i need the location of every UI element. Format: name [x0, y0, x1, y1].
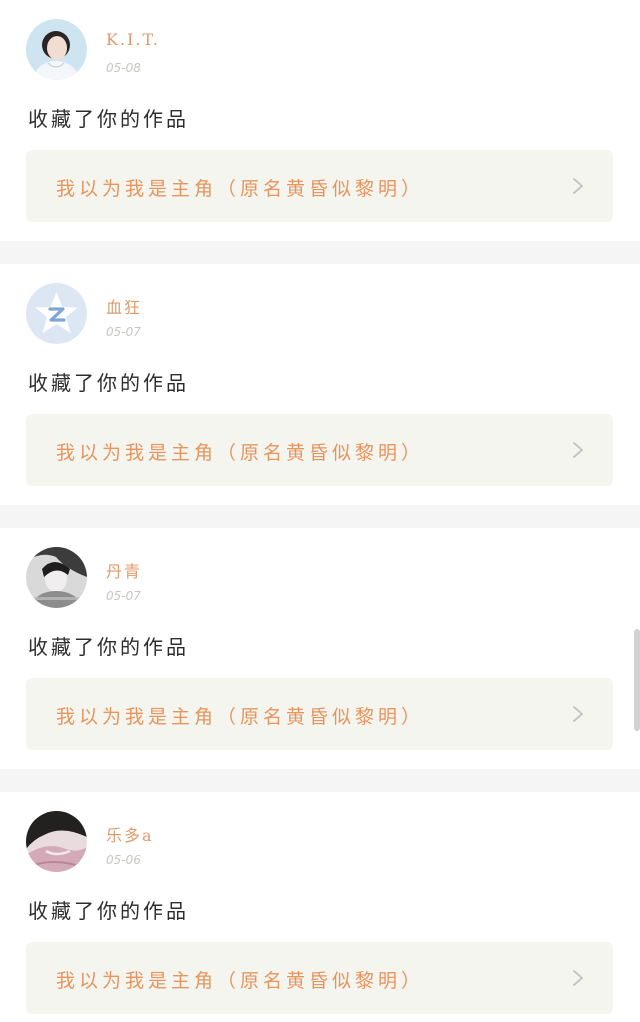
work-link-card[interactable]: 我以为我是主角（原名黄昏似黎明）	[26, 942, 613, 1014]
avatar[interactable]	[26, 19, 87, 80]
work-title: 我以为我是主角（原名黄昏似黎明）	[56, 706, 425, 728]
action-text: 收藏了你的作品	[28, 107, 189, 131]
default-z-star-avatar-icon	[26, 283, 87, 344]
user-photo-avatar-icon	[26, 19, 87, 80]
timestamp: 05-06	[106, 853, 141, 867]
user-photo-avatar-icon	[26, 811, 87, 872]
chevron-right-icon	[573, 706, 583, 722]
work-title: 我以为我是主角（原名黄昏似黎明）	[56, 178, 425, 200]
chevron-right-icon	[573, 178, 583, 194]
work-title: 我以为我是主角（原名黄昏似黎明）	[56, 442, 425, 464]
notification-item: 乐多a 05-06 收藏了你的作品 我以为我是主角（原名黄昏似黎明）	[0, 792, 640, 1022]
work-link-card[interactable]: 我以为我是主角（原名黄昏似黎明）	[26, 150, 613, 222]
username[interactable]: 血狂	[106, 294, 142, 318]
item-separator	[0, 769, 640, 792]
user-photo-avatar-icon	[26, 547, 87, 608]
action-text: 收藏了你的作品	[28, 899, 189, 923]
timestamp: 05-07	[106, 589, 141, 603]
item-separator	[0, 241, 640, 264]
avatar[interactable]	[26, 811, 87, 872]
chevron-right-icon	[573, 970, 583, 986]
avatar[interactable]	[26, 283, 87, 344]
work-link-card[interactable]: 我以为我是主角（原名黄昏似黎明）	[26, 678, 613, 750]
username[interactable]: 乐多a	[106, 822, 154, 846]
timestamp: 05-08	[106, 61, 141, 75]
notification-item: 血狂 05-07 收藏了你的作品 我以为我是主角（原名黄昏似黎明）	[0, 264, 640, 505]
notification-item: 丹青 05-07 收藏了你的作品 我以为我是主角（原名黄昏似黎明）	[0, 528, 640, 769]
chevron-right-icon	[573, 442, 583, 458]
action-text: 收藏了你的作品	[28, 371, 189, 395]
item-separator	[0, 505, 640, 528]
username[interactable]: 丹青	[106, 558, 142, 582]
scrollbar[interactable]	[634, 629, 640, 731]
avatar[interactable]	[26, 547, 87, 608]
username[interactable]: K.I.T.	[106, 30, 160, 49]
notification-item: K.I.T. 05-08 收藏了你的作品 我以为我是主角（原名黄昏似黎明）	[0, 0, 640, 241]
work-link-card[interactable]: 我以为我是主角（原名黄昏似黎明）	[26, 414, 613, 486]
notification-feed: K.I.T. 05-08 收藏了你的作品 我以为我是主角（原名黄昏似黎明） 血狂…	[0, 0, 640, 1022]
work-title: 我以为我是主角（原名黄昏似黎明）	[56, 970, 425, 992]
timestamp: 05-07	[106, 325, 141, 339]
action-text: 收藏了你的作品	[28, 635, 189, 659]
